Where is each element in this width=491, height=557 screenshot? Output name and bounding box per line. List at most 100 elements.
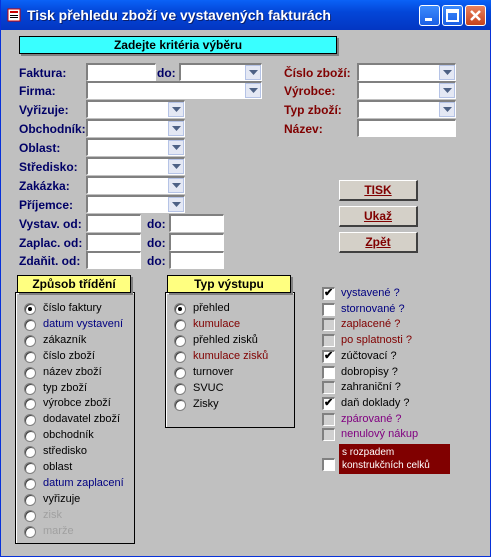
flag-checkbox-row[interactable]: ✔ vystavené ?: [322, 286, 462, 302]
output-option[interactable]: kumulace zisků: [174, 349, 292, 365]
dropdown-arrow[interactable]: [439, 65, 455, 80]
checkbox[interactable]: ✔: [322, 396, 335, 410]
sort-option[interactable]: datum zaplacení: [24, 476, 132, 492]
prijemce-combo[interactable]: [86, 195, 185, 213]
checkbox[interactable]: [322, 365, 335, 379]
zaplac-from-field[interactable]: [86, 233, 141, 251]
sort-option[interactable]: marže: [24, 524, 132, 540]
sort-option[interactable]: oblast: [24, 460, 132, 476]
radio-button[interactable]: [24, 446, 36, 459]
dropdown-arrow[interactable]: [168, 159, 184, 174]
faktura-to-combo[interactable]: [179, 63, 262, 81]
checkbox[interactable]: ✔: [322, 349, 335, 363]
sort-option[interactable]: typ zboží: [24, 381, 132, 397]
vyrizuje-combo[interactable]: [86, 100, 185, 118]
stredisko-combo[interactable]: [86, 157, 185, 175]
output-option[interactable]: Zisky: [174, 397, 292, 413]
oblast-combo[interactable]: [86, 138, 185, 156]
radio-button[interactable]: [24, 350, 36, 363]
checkbox[interactable]: [322, 318, 335, 332]
print-button[interactable]: TISK: [339, 180, 418, 201]
dropdown-arrow[interactable]: [168, 178, 184, 193]
sort-option[interactable]: číslo faktury: [24, 301, 132, 317]
checkbox[interactable]: [322, 428, 335, 442]
flag-checkbox-row[interactable]: zpárované ?: [322, 412, 462, 428]
sort-option[interactable]: vyřizuje: [24, 492, 132, 508]
checkbox[interactable]: ✔: [322, 287, 335, 300]
output-option[interactable]: SVUC: [174, 381, 292, 397]
nazev-field[interactable]: [357, 119, 456, 137]
typ-zbozi-combo[interactable]: [357, 100, 456, 118]
radio-button[interactable]: [24, 477, 36, 490]
radio-button[interactable]: [24, 525, 36, 538]
dropdown-arrow[interactable]: [245, 83, 261, 98]
preview-button[interactable]: Ukaž: [339, 206, 418, 227]
radio-button[interactable]: [24, 414, 36, 427]
sort-option[interactable]: středisko: [24, 444, 132, 460]
dropdown-arrow[interactable]: [168, 102, 184, 117]
radio-button[interactable]: [24, 509, 36, 522]
flag-checkbox-row[interactable]: nenulový nákup: [322, 427, 462, 443]
radio-button[interactable]: [24, 334, 36, 347]
radio-button[interactable]: [24, 430, 36, 443]
flag-checkbox-row[interactable]: zahraniční ?: [322, 380, 462, 396]
sort-option[interactable]: název zboží: [24, 365, 132, 381]
flag-checkbox-row[interactable]: zaplacené ?: [322, 317, 462, 333]
sort-option[interactable]: výrobce zboží: [24, 396, 132, 412]
zdanit-to-field[interactable]: [169, 251, 224, 269]
radio-button[interactable]: [24, 493, 36, 506]
sort-option[interactable]: obchodník: [24, 428, 132, 444]
dropdown-arrow[interactable]: [168, 140, 184, 155]
radio-button[interactable]: [24, 462, 36, 474]
back-button[interactable]: Zpět: [339, 232, 418, 253]
flag-checkbox-row[interactable]: ✔ zúčtovací ?: [322, 349, 462, 365]
sort-option[interactable]: zákazník: [24, 333, 132, 349]
sort-option[interactable]: zisk: [24, 508, 132, 524]
radio-button[interactable]: [174, 367, 186, 379]
obchodnik-combo[interactable]: [86, 119, 185, 137]
radio-button[interactable]: [24, 303, 36, 315]
output-option[interactable]: přehled zisků: [174, 333, 292, 349]
close-button[interactable]: [465, 5, 486, 26]
output-option[interactable]: přehled: [174, 301, 292, 317]
output-option[interactable]: turnover: [174, 365, 292, 381]
minimize-button[interactable]: [419, 5, 440, 26]
flag-checkbox-row[interactable]: ✔ daň doklady ?: [322, 396, 462, 412]
radio-button[interactable]: [174, 351, 186, 363]
radio-button[interactable]: [174, 303, 186, 315]
radio-button[interactable]: [174, 399, 186, 411]
checkbox[interactable]: [322, 302, 335, 316]
radio-button[interactable]: [24, 318, 36, 331]
radio-button[interactable]: [24, 382, 36, 395]
radio-button[interactable]: [174, 335, 186, 347]
zaplac-to-field[interactable]: [169, 233, 224, 251]
vyrobce-combo[interactable]: [357, 81, 456, 99]
dropdown-arrow[interactable]: [168, 197, 184, 212]
radio-button[interactable]: [24, 398, 36, 411]
dropdown-arrow[interactable]: [245, 65, 261, 80]
cislo-zbozi-combo[interactable]: [357, 63, 456, 81]
zdanit-from-field[interactable]: [86, 251, 141, 269]
dropdown-arrow[interactable]: [168, 121, 184, 136]
sort-option[interactable]: dodavatel zboží: [24, 412, 132, 428]
dropdown-arrow[interactable]: [439, 102, 455, 117]
flag-checkbox-row[interactable]: stornované ?: [322, 302, 462, 318]
checkbox[interactable]: [322, 334, 335, 348]
flag-checkbox-row[interactable]: dobropisy ?: [322, 365, 462, 381]
radio-button[interactable]: [24, 366, 36, 379]
checkbox[interactable]: [322, 381, 335, 395]
flag-checkbox-row[interactable]: po splatnosti ?: [322, 333, 462, 349]
faktura-from-field[interactable]: [86, 63, 156, 81]
checkbox[interactable]: [322, 412, 335, 426]
checkbox[interactable]: [322, 458, 335, 471]
output-option[interactable]: kumulace: [174, 317, 292, 333]
sort-option[interactable]: datum vystavení: [24, 317, 132, 333]
vystav-to-field[interactable]: [169, 214, 224, 232]
firma-combo[interactable]: [86, 81, 262, 99]
maximize-button[interactable]: [442, 5, 463, 26]
dropdown-arrow[interactable]: [439, 83, 455, 98]
zakazka-combo[interactable]: [86, 176, 185, 194]
flag-checkbox-row[interactable]: s rozpadem konstrukčních celků: [322, 444, 462, 481]
vystav-from-field[interactable]: [86, 214, 141, 232]
radio-button[interactable]: [174, 319, 186, 331]
